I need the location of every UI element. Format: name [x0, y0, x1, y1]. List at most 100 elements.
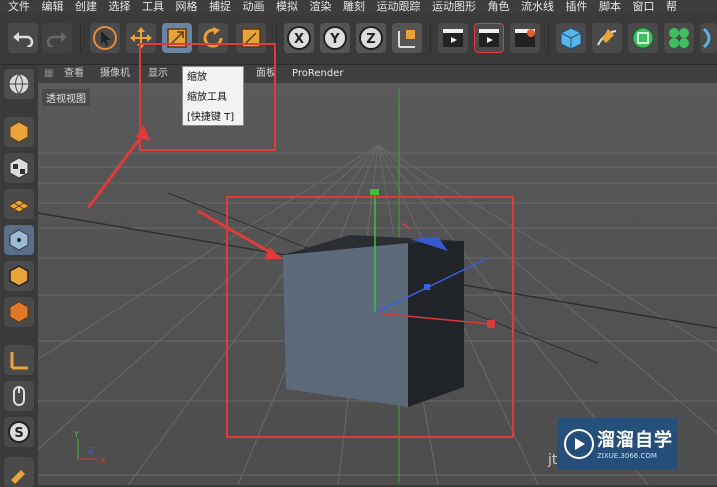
deformer-button[interactable] — [700, 23, 717, 53]
viewport-label[interactable]: 透视视图 — [42, 89, 90, 106]
cloner-icon — [669, 28, 689, 48]
tooltip-title: 缩放 — [187, 72, 207, 83]
y-axis-icon: Y — [323, 26, 347, 50]
polygons-mode-button[interactable] — [4, 297, 34, 327]
brush-icon — [11, 470, 25, 484]
menu-render[interactable]: 渲染 — [310, 0, 332, 14]
x-axis-icon: X — [287, 26, 311, 50]
checker-cube-icon — [9, 157, 29, 179]
workplane-icon — [8, 199, 30, 213]
render-to-picture-viewer-button[interactable] — [474, 23, 504, 53]
points-cube-icon — [9, 229, 29, 251]
menu-plugins[interactable]: 插件 — [566, 0, 588, 14]
z-axis-lock-button[interactable]: Z — [356, 23, 386, 53]
render-settings-icon — [515, 29, 535, 47]
tooltip-shortcut: [快捷键 T] — [187, 112, 235, 123]
watermark-subtitle: ZIXUE.3066.COM — [597, 452, 657, 460]
edges-cube-icon — [9, 265, 29, 287]
snap-icon: S — [8, 421, 30, 443]
svg-text:Z: Z — [366, 32, 375, 47]
menu-file[interactable]: 文件 — [8, 0, 30, 14]
snapping-button[interactable]: S — [4, 417, 34, 447]
site-watermark: 溜溜自学 ZIXUE.3066.COM — [557, 418, 677, 470]
cube-object-button[interactable] — [556, 23, 586, 53]
toolbar-divider — [548, 24, 549, 52]
make-editable-button[interactable] — [4, 69, 34, 99]
annotation-box-cube — [226, 196, 514, 438]
coordinate-system-button[interactable] — [392, 23, 422, 53]
menu-motion-tracking[interactable]: 运动跟踪 — [377, 0, 421, 14]
deformer-icon — [702, 27, 710, 49]
clapper-icon — [479, 29, 499, 47]
texture-mode-button[interactable] — [4, 153, 34, 183]
brush-button[interactable] — [4, 457, 34, 487]
x-axis-lock-button[interactable]: X — [284, 23, 314, 53]
menu-pipeline[interactable]: 流水线 — [521, 0, 554, 14]
scale-tool-tooltip: 缩放 缩放工具 [快捷键 T] — [182, 66, 244, 126]
toolbar-divider — [276, 24, 277, 52]
coordinate-system-icon — [398, 30, 415, 48]
main-toolbar: X Y Z — [0, 14, 717, 65]
spline-pen-button[interactable] — [592, 23, 622, 53]
svg-text:X: X — [294, 32, 304, 47]
menu-snap[interactable]: 捕捉 — [209, 0, 231, 14]
tooltip-description: 缩放工具 — [187, 92, 227, 103]
menu-tools[interactable]: 工具 — [142, 0, 164, 14]
select-arrow-icon — [93, 26, 117, 50]
subdivision-surface-button[interactable] — [628, 23, 658, 53]
menu-character[interactable]: 角色 — [488, 0, 510, 14]
menu-animate[interactable]: 动画 — [243, 0, 265, 14]
svg-text:Y: Y — [73, 430, 79, 439]
menu-help[interactable]: 帮 — [666, 0, 677, 14]
z-axis-icon: Z — [359, 26, 383, 50]
tweak-mode-button[interactable] — [4, 381, 34, 411]
left-palette: S — [0, 65, 39, 487]
redo-button[interactable] — [42, 23, 72, 53]
model-mode-button[interactable] — [4, 117, 34, 147]
y-axis-lock-button[interactable]: Y — [320, 23, 350, 53]
undo-button[interactable] — [8, 23, 38, 53]
menu-edit[interactable]: 编辑 — [42, 0, 64, 14]
render-view-button[interactable] — [438, 23, 468, 53]
toolbar-divider — [430, 24, 431, 52]
cube-icon — [560, 27, 582, 50]
axis-icon — [10, 352, 28, 370]
workplane-mode-button[interactable] — [4, 189, 34, 219]
redo-icon — [46, 32, 67, 47]
pen-icon — [597, 29, 617, 46]
menu-mesh[interactable]: 网格 — [176, 0, 198, 14]
undo-icon — [13, 32, 34, 47]
viewport-menu-camera[interactable]: 摄像机 — [100, 65, 130, 83]
axis-mode-button[interactable] — [4, 345, 34, 375]
drag-grip-icon[interactable]: ▦ — [44, 65, 53, 83]
menu-script[interactable]: 脚本 — [599, 0, 621, 14]
partial-watermark-text: jt — [548, 452, 558, 468]
view-axis-indicator: Y Z X — [73, 430, 106, 465]
select-tool-button[interactable] — [90, 23, 120, 53]
svg-text:Z: Z — [88, 446, 94, 455]
watermark-title: 溜溜自学 — [597, 430, 673, 451]
menu-select[interactable]: 选择 — [109, 0, 131, 14]
viewport-menu-prorender[interactable]: ProRender — [292, 65, 343, 83]
menu-simulate[interactable]: 模拟 — [276, 0, 298, 14]
viewport-menu-view[interactable]: 查看 — [64, 65, 84, 83]
menu-create[interactable]: 创建 — [75, 0, 97, 14]
svg-text:X: X — [100, 456, 106, 465]
menu-window[interactable]: 窗口 — [633, 0, 655, 14]
globe-icon — [8, 73, 30, 95]
toolbar-divider — [80, 24, 81, 52]
cloner-button[interactable] — [664, 23, 694, 53]
mouse-icon — [13, 386, 25, 406]
render-settings-button[interactable] — [510, 23, 540, 53]
y-scale-handle[interactable] — [370, 189, 379, 195]
polygons-cube-icon — [9, 301, 29, 323]
points-mode-button[interactable] — [4, 225, 34, 255]
play-logo-icon — [564, 429, 594, 459]
menu-sculpt[interactable]: 雕刻 — [343, 0, 365, 14]
model-cube-icon — [9, 121, 29, 143]
svg-text:Y: Y — [329, 32, 340, 47]
edges-mode-button[interactable] — [4, 261, 34, 291]
menu-mograph[interactable]: 运动图形 — [432, 0, 476, 14]
clapper-icon — [443, 29, 463, 47]
svg-text:S: S — [14, 426, 23, 441]
